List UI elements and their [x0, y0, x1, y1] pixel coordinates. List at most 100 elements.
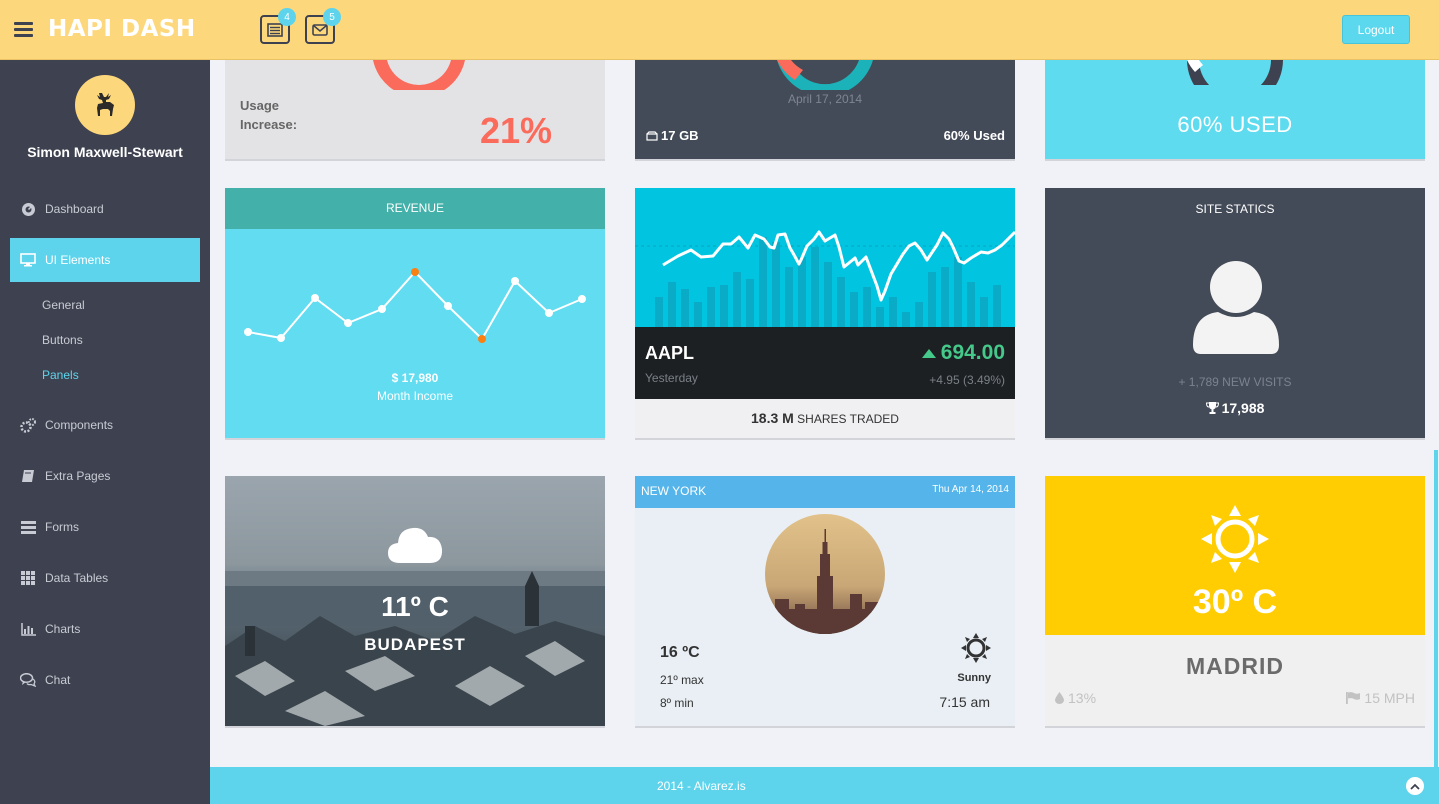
hdd-icon — [646, 130, 658, 141]
sidebar-item-forms[interactable]: Forms — [20, 517, 79, 537]
disk-used: 60% USED — [1177, 112, 1293, 137]
menu-toggle-icon[interactable] — [14, 22, 33, 37]
newyork-date: Thu Apr 14, 2014 — [932, 484, 1009, 495]
logout-button[interactable]: Logout — [1342, 15, 1410, 44]
site-stats-panel: SITE STATICS + 1,789 NEW VISITS 17,988 — [1045, 188, 1425, 438]
sidebar-item-label: Charts — [45, 622, 81, 636]
sidebar-item-data-tables[interactable]: Data Tables — [20, 568, 108, 588]
sidebar-item-label: Dashboard — [45, 202, 104, 216]
brand-logo[interactable]: HAPI DASH — [48, 16, 196, 42]
stock-change: +4.95 (3.49%) — [929, 373, 1005, 387]
sidebar-item-ui-elements[interactable]: UI Elements — [10, 238, 200, 282]
madrid-wind: 15 MPH — [1346, 690, 1415, 706]
usage-value: 21% — [480, 110, 553, 151]
disk-panel: 60% USED — [1045, 60, 1425, 159]
sidebar-item-label: Extra Pages — [45, 469, 111, 483]
usage-label: Usage Increase: — [240, 98, 298, 132]
storage-date: April 17, 2014 — [787, 92, 863, 106]
storage-donut-chart — [777, 60, 873, 90]
mail-button[interactable]: 5 — [305, 8, 341, 44]
scrollbar-thumb[interactable] — [1434, 450, 1438, 767]
usage-donut-chart — [373, 60, 465, 90]
newyork-weather-panel: NEW YORK Thu Apr 14, 2014 16 ºC 21º max … — [635, 476, 1015, 726]
revenue-header: REVENUE — [225, 188, 605, 229]
disk-donut-chart — [1187, 60, 1283, 85]
storage-size: 17 GB — [646, 128, 699, 143]
dashboard-icon — [20, 202, 36, 217]
stock-volume-label: SHARES TRADED — [797, 412, 899, 426]
tasks-button[interactable]: 4 — [260, 8, 296, 44]
sidebar: Simon Maxwell-Stewart Dashboard UI Eleme… — [0, 60, 210, 804]
newyork-max: 21º max — [660, 673, 704, 687]
stock-quote: AAPL Yesterday 694.00 +4.95 (3.49%) — [635, 327, 1015, 399]
revenue-title: REVENUE — [385, 201, 444, 215]
storage-panel: April 17, 2014 17 GB 60% Used — [635, 60, 1015, 159]
sidebar-subitem-panels[interactable]: Panels — [42, 368, 79, 382]
site-stats-total: 17,988 — [1045, 400, 1425, 416]
user-name: Simon Maxwell-Stewart — [27, 144, 183, 160]
newyork-header: NEW YORK Thu Apr 14, 2014 — [635, 476, 1015, 508]
madrid-temp: 30º C — [1192, 583, 1278, 621]
stock-panel: AAPL Yesterday 694.00 +4.95 (3.49%) 18.3… — [635, 188, 1015, 438]
cogs-icon — [20, 417, 36, 433]
tasks-icon — [20, 520, 36, 534]
madrid-humidity-value: 13% — [1068, 690, 1097, 706]
stock-volume: 18.3 M SHARES TRADED — [635, 410, 1015, 426]
madrid-humidity: 13% — [1055, 690, 1096, 706]
stock-price-value: 694.00 — [940, 341, 1005, 364]
footer-text: 2014 - Alvarez.is — [657, 779, 746, 793]
deer-icon — [97, 93, 114, 116]
site-stats-total-value: 17,988 — [1221, 400, 1265, 416]
usage-panel: Usage Increase: 21% — [225, 60, 605, 159]
comments-icon — [20, 673, 36, 687]
site-stats-title: SITE STATICS — [1195, 202, 1275, 216]
revenue-amount: $ 17,980 — [391, 371, 439, 385]
newyork-min: 8º min — [660, 696, 694, 710]
stock-price: 694.00 — [921, 341, 1005, 365]
newyork-time: 7:15 am — [939, 694, 990, 710]
madrid-header: 30º C — [1045, 476, 1425, 635]
sidebar-item-charts[interactable]: Charts — [20, 619, 80, 639]
sidebar-item-components[interactable]: Components — [20, 415, 113, 435]
budapest-temp: 11º C — [381, 591, 449, 622]
envelope-icon — [312, 23, 328, 36]
sidebar-subitem-buttons[interactable]: Buttons — [42, 333, 83, 347]
newyork-condition: Sunny — [957, 672, 991, 684]
storage-used: 60% Used — [943, 128, 1005, 143]
sidebar-item-label: UI Elements — [45, 253, 111, 267]
newyork-city: NEW YORK — [641, 484, 707, 498]
budapest-weather-panel: 11º C BUDAPEST — [225, 476, 605, 726]
th-icon — [20, 571, 36, 585]
sun-icon — [1201, 505, 1269, 573]
bar-chart-icon — [20, 622, 36, 636]
book-icon — [20, 469, 36, 483]
user-icon — [1193, 261, 1279, 354]
caret-up-icon — [921, 348, 936, 358]
budapest-city: BUDAPEST — [364, 635, 466, 654]
flag-icon — [1346, 692, 1361, 704]
cloud-icon — [388, 527, 443, 563]
stock-chart-area — [635, 188, 1015, 327]
chevron-up-icon — [1410, 783, 1420, 790]
sidebar-item-dashboard[interactable]: Dashboard — [20, 199, 104, 219]
trophy-icon — [1205, 402, 1219, 414]
site-stats-new-visits: + 1,789 NEW VISITS — [1178, 375, 1292, 389]
newyork-temp: 16 ºC — [660, 644, 700, 661]
sidebar-item-chat[interactable]: Chat — [20, 670, 70, 690]
sidebar-item-label: Forms — [45, 520, 79, 534]
mail-badge: 5 — [323, 8, 341, 26]
top-header: HAPI DASH 4 5 Logout — [0, 0, 1439, 60]
tasks-icon — [267, 22, 283, 37]
sidebar-item-extra-pages[interactable]: Extra Pages — [20, 466, 110, 486]
go-top-button[interactable] — [1406, 777, 1424, 795]
tasks-badge: 4 — [278, 8, 296, 26]
madrid-wind-value: 15 MPH — [1364, 690, 1415, 706]
avatar[interactable] — [75, 75, 135, 135]
stock-symbol: AAPL — [645, 343, 694, 363]
sidebar-item-label: Chat — [45, 673, 71, 687]
revenue-line-chart — [244, 268, 586, 343]
stock-line-chart — [662, 230, 1015, 302]
revenue-panel: REVENUE $ 17,980 Month Income — [225, 188, 605, 438]
stock-volume-value: 18.3 M — [751, 410, 794, 426]
sidebar-subitem-general[interactable]: General — [42, 298, 85, 312]
